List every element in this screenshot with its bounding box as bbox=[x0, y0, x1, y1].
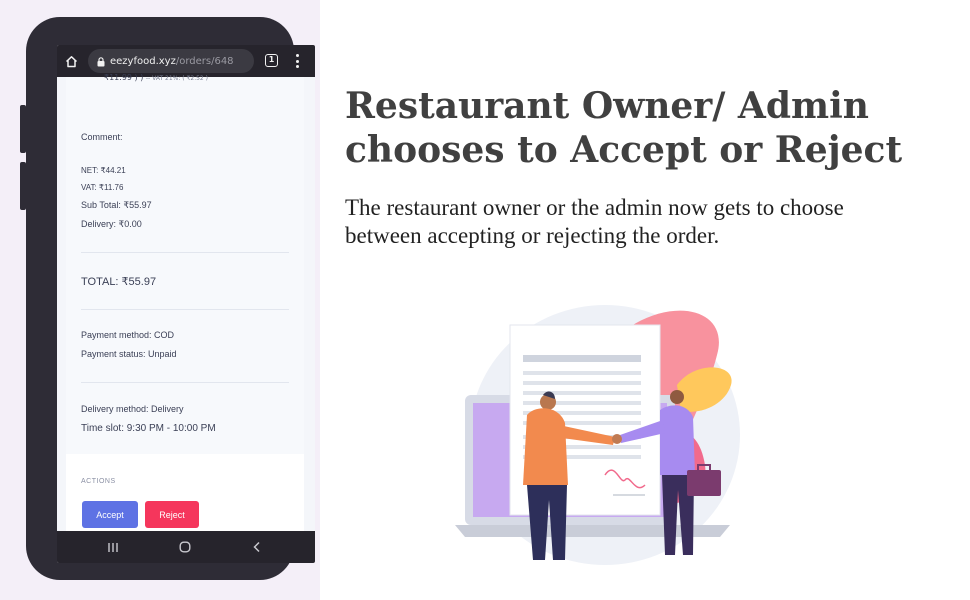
url-text: eezyfood.xyz/orders/648 bbox=[110, 56, 234, 67]
nav-home-icon[interactable] bbox=[175, 537, 195, 557]
divider bbox=[81, 382, 289, 383]
address-bar[interactable]: eezyfood.xyz/orders/648 bbox=[88, 49, 254, 73]
slide-title-line-2: chooses to Accept or Reject bbox=[345, 129, 903, 171]
subtotal-amount: Sub Total: ₹55.97 bbox=[81, 200, 152, 210]
url-domain: eezyfood.xyz bbox=[110, 55, 176, 67]
item-price: ₹11.99 ) ) bbox=[104, 73, 144, 82]
divider bbox=[81, 309, 289, 310]
phone-side-button bbox=[20, 162, 26, 210]
tabs-icon[interactable]: 1 bbox=[265, 54, 278, 67]
slide-description: The restaurant owner or the admin now ge… bbox=[345, 195, 844, 248]
slide-title: Restaurant Owner/ Admin chooses to Accep… bbox=[345, 84, 945, 172]
item-vat: -- VAT 21%: ( ₹2.52 ) bbox=[145, 75, 208, 82]
android-nav-bar bbox=[57, 531, 315, 563]
delivery-method: Delivery method: Delivery bbox=[81, 404, 184, 414]
home-icon[interactable] bbox=[57, 45, 85, 77]
phone-side-button bbox=[20, 105, 26, 153]
menu-dots-icon[interactable] bbox=[292, 52, 302, 70]
actions-label: ACTIONS bbox=[81, 478, 116, 485]
payment-method: Payment method: COD bbox=[81, 330, 175, 340]
time-slot: Time slot: 9:30 PM - 10:00 PM bbox=[81, 423, 216, 434]
divider bbox=[81, 252, 289, 253]
handshake-contract-illustration bbox=[455, 285, 745, 570]
delivery-amount: Delivery: ₹0.00 bbox=[81, 219, 142, 229]
payment-status: Payment status: Unpaid bbox=[81, 349, 177, 359]
item-price-line: ₹11.99 ) ) -- VAT 21%: ( ₹2.52 ) bbox=[104, 73, 208, 82]
url-path: /orders/648 bbox=[175, 55, 234, 67]
vat-amount: VAT: ₹11.76 bbox=[81, 183, 124, 192]
net-amount: NET: ₹44.21 bbox=[81, 166, 126, 175]
comment-label: Comment: bbox=[81, 132, 123, 142]
accept-button[interactable]: Accept bbox=[82, 501, 138, 528]
slide-title-line-1: Restaurant Owner/ Admin bbox=[345, 85, 869, 127]
phone-screen: eezyfood.xyz/orders/648 1 ₹11.99 ) ) -- … bbox=[57, 45, 315, 563]
back-icon[interactable] bbox=[247, 537, 267, 557]
phone-frame: eezyfood.xyz/orders/648 1 ₹11.99 ) ) -- … bbox=[20, 17, 315, 580]
recents-icon[interactable] bbox=[103, 537, 123, 557]
total-amount: TOTAL: ₹55.97 bbox=[81, 276, 157, 288]
lock-icon bbox=[97, 52, 105, 71]
reject-button[interactable]: Reject bbox=[145, 501, 199, 528]
